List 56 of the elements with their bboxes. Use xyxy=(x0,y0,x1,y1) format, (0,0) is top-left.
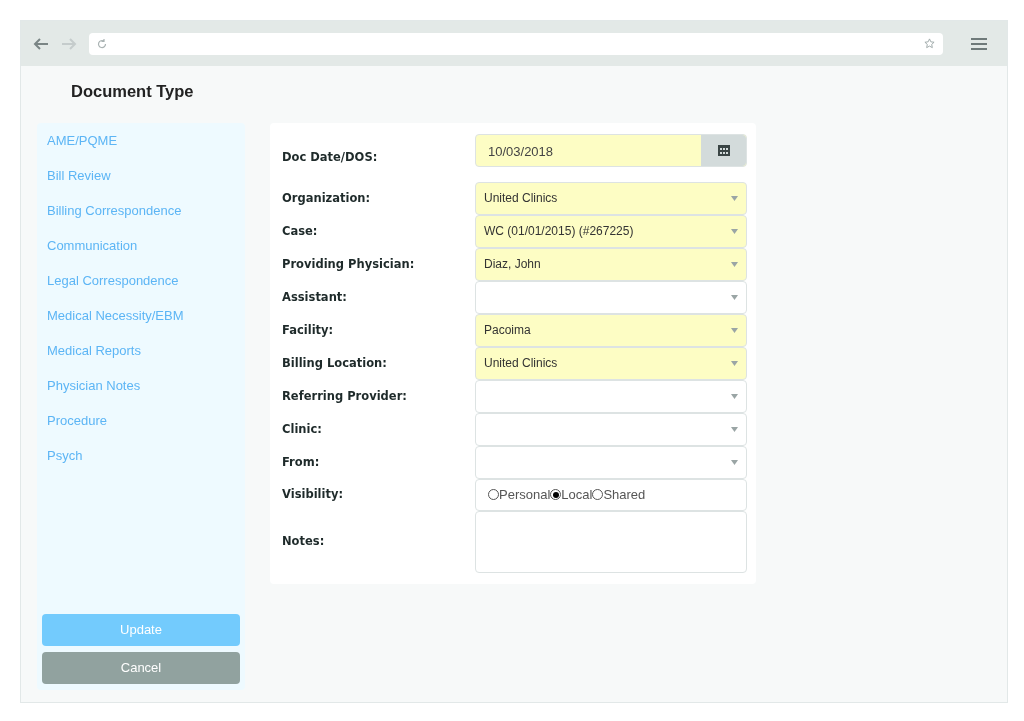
page-title: Document Type xyxy=(71,81,195,102)
menu-icon[interactable] xyxy=(971,37,987,50)
field-label: Referring Provider: xyxy=(282,387,408,405)
field-label: Providing Physician: xyxy=(282,255,416,273)
address-bar[interactable] xyxy=(89,32,943,55)
sidebar-item[interactable]: Billing Correspondence xyxy=(42,200,240,236)
calendar-button[interactable] xyxy=(701,134,746,166)
radio-option[interactable]: Personal xyxy=(488,485,551,505)
update-button[interactable]: Update xyxy=(42,614,240,646)
sidebar-item[interactable]: Communication xyxy=(42,235,240,271)
dropdown-field[interactable] xyxy=(475,379,747,413)
radio-option[interactable]: Shared xyxy=(592,485,646,505)
sidebar-item[interactable]: Medical Reports xyxy=(42,340,240,376)
field-label: From: xyxy=(282,453,321,471)
sidebar-item[interactable]: Psych xyxy=(42,445,240,481)
field-label: Clinic: xyxy=(282,420,323,438)
star-icon[interactable] xyxy=(924,38,935,49)
notes-field[interactable] xyxy=(475,510,747,573)
forward-arrow-icon[interactable] xyxy=(61,37,77,50)
field-label: Doc Date/DOS: xyxy=(282,148,379,166)
dropdown-field[interactable]: WC (01/01/2015) (#267225) xyxy=(475,214,747,248)
dropdown-caret-icon xyxy=(731,261,738,267)
dropdown-caret-icon xyxy=(731,195,738,201)
dropdown-field[interactable]: Diaz, John xyxy=(475,247,747,281)
cancel-button[interactable]: Cancel xyxy=(42,652,240,684)
sidebar-item[interactable]: Medical Necessity/EBM xyxy=(42,305,240,341)
reload-icon[interactable] xyxy=(97,38,107,49)
dropdown-field[interactable] xyxy=(475,412,747,446)
sidebar-item[interactable]: Procedure xyxy=(42,410,240,446)
dropdown-caret-icon xyxy=(731,228,738,234)
dropdown-caret-icon xyxy=(731,426,738,432)
dropdown-caret-icon xyxy=(731,294,738,300)
sidebar-item[interactable]: Bill Review xyxy=(42,165,240,201)
dropdown-field[interactable] xyxy=(475,445,747,479)
dropdown-field[interactable]: United Clinics xyxy=(475,181,747,215)
date-field[interactable]: 10/03/2018 xyxy=(475,133,747,167)
dropdown-field[interactable]: United Clinics xyxy=(475,346,747,380)
field-label: Visibility: xyxy=(282,486,345,504)
field-label: Organization: xyxy=(282,189,372,207)
field-label: Billing Location: xyxy=(282,354,388,372)
field-label: Assistant: xyxy=(282,288,348,306)
sidebar-item[interactable]: Physician Notes xyxy=(42,375,240,411)
field-label: Case: xyxy=(282,222,319,240)
dropdown-caret-icon xyxy=(731,360,738,366)
dropdown-caret-icon xyxy=(731,327,738,333)
dropdown-caret-icon xyxy=(731,459,738,465)
sidebar-item[interactable]: AME/PQME xyxy=(42,130,240,166)
dropdown-field[interactable]: Pacoima xyxy=(475,313,747,347)
dropdown-field[interactable] xyxy=(475,280,747,314)
field-label: Facility: xyxy=(282,321,335,339)
back-arrow-icon[interactable] xyxy=(33,37,49,50)
field-label: Notes: xyxy=(282,533,326,551)
radio-option[interactable]: Local xyxy=(550,485,593,505)
calendar-icon xyxy=(717,144,730,157)
dropdown-caret-icon xyxy=(731,393,738,399)
sidebar-item[interactable]: Legal Correspondence xyxy=(42,270,240,306)
